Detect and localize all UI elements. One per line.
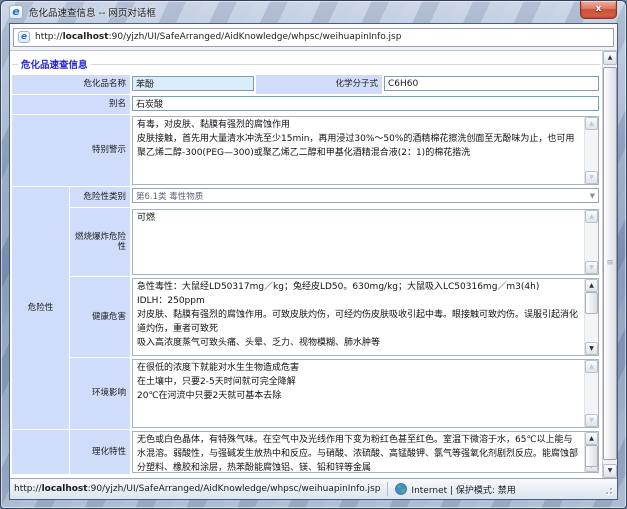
- page-favicon-icon: e: [18, 31, 30, 43]
- scroll-down-icon[interactable]: ▼: [585, 261, 598, 274]
- table-row: 别名 石炭酸: [12, 95, 600, 114]
- alias-field-cell: 石炭酸: [131, 95, 600, 114]
- name-field-cell: 苯酚: [131, 75, 255, 94]
- scroll-up-icon[interactable]: ▲: [585, 279, 598, 292]
- table-row: 燃烧爆炸危险性 可燃 ▲ ▼: [70, 208, 600, 276]
- scroll-up-icon[interactable]: ▲: [585, 432, 598, 445]
- health-label: 健康危害: [70, 277, 130, 357]
- alias-label: 别名: [12, 95, 130, 114]
- hazard-class-label: 危险性类别: [70, 187, 130, 207]
- scroll-thumb[interactable]: [585, 445, 598, 467]
- thumb-grip-icon: ≡: [606, 259, 614, 268]
- zone-text: Internet | 保护模式: 禁用: [411, 483, 515, 496]
- formula-input[interactable]: C6H60: [384, 76, 599, 91]
- page-scroll-up-icon[interactable]: ▲: [603, 51, 617, 65]
- hazard-class-field-cell: 第6.1类 毒性物质 ▼: [131, 187, 600, 207]
- close-button[interactable]: x: [580, 1, 617, 19]
- fieldset-legend: 危化品速查信息: [12, 57, 600, 71]
- table-row: 健康危害 急性毒性：大鼠经LD50317mg／kg；兔经皮LD50。630mg/…: [70, 277, 600, 357]
- form-area: 危化品速查信息 危化品名称 苯酚 化学分子式 C6H60: [10, 51, 602, 478]
- alias-input[interactable]: 石炭酸: [132, 96, 599, 111]
- environment-label: 环境影响: [70, 358, 130, 429]
- hazard-group-row: 危险性 危险性类别 第6.1类 毒性物质 ▼: [12, 187, 600, 429]
- scroll-down-icon[interactable]: ▼: [585, 414, 598, 427]
- name-label: 危化品名称: [12, 75, 130, 94]
- warning-label: 特别警示: [12, 115, 130, 186]
- info-table: 危化品名称 苯酚 化学分子式 C6H60 别名 石炭酸: [12, 75, 600, 474]
- address-bar: e http://localhost:90/yjzh/UI/SafeArrang…: [10, 24, 617, 51]
- scroll-up-icon[interactable]: ▲: [585, 210, 598, 223]
- status-separator: [387, 482, 388, 496]
- dropdown-caret-icon[interactable]: ▼: [590, 192, 595, 200]
- physchem-label: 理化特性: [70, 430, 130, 474]
- flammability-field-cell: 可燃 ▲ ▼: [131, 208, 600, 276]
- health-scrollbar[interactable]: ▲ ▼: [584, 279, 598, 355]
- page-scroll-thumb[interactable]: ≡: [603, 67, 617, 460]
- scroll-up-icon[interactable]: ▲: [585, 360, 598, 373]
- status-url: http://localhost:90/yjzh/UI/SafeArranged…: [14, 484, 380, 494]
- warning-textarea[interactable]: 有毒，对皮肤、黏膜有强烈的腐蚀作用 皮肤接触，首先用大量清水冲洗至少15min，…: [132, 116, 599, 185]
- health-textarea[interactable]: 急性毒性：大鼠经LD50317mg／kg；兔经皮LD50。630mg/kg；大鼠…: [132, 278, 599, 356]
- ie-icon: e: [9, 5, 23, 19]
- formula-label: 化学分子式: [256, 75, 382, 94]
- scroll-down-icon[interactable]: ▼: [585, 342, 598, 355]
- physchem-scrollbar[interactable]: ▲ ▼: [584, 432, 598, 472]
- window-title: 危化品速查信息 -- 网页对话框: [29, 5, 156, 19]
- scroll-down-icon[interactable]: ▼: [585, 171, 598, 184]
- environment-textarea[interactable]: 在很低的浓度下就能对水生生物造成危害 在土壤中，只要2-5天时间就可完全降解 2…: [132, 359, 599, 428]
- physchem-outer-cell: [12, 430, 69, 474]
- page-title: 危化品速查信息: [18, 57, 91, 71]
- physchem-subrows: 理化特性 无色或白色晶体，有特殊气味。在空气中及光线作用下变为粉红色甚至红色。室…: [70, 430, 600, 474]
- table-row: 危险性类别 第6.1类 毒性物质 ▼: [70, 187, 600, 207]
- page-scroll-down-icon[interactable]: ▼: [603, 464, 617, 478]
- dialog-window: e 危化品速查信息 -- 网页对话框 x e http://localhost:…: [0, 0, 627, 509]
- table-row: 理化特性 无色或白色晶体，有特殊气味。在空气中及光线作用下变为粉红色甚至红色。室…: [70, 430, 600, 474]
- environment-field-cell: 在很低的浓度下就能对水生生物造成危害 在土壤中，只要2-5天时间就可完全降解 2…: [131, 358, 600, 429]
- hazard-subrows: 危险性类别 第6.1类 毒性物质 ▼ 燃烧爆炸危险性: [70, 187, 600, 429]
- internet-globe-icon: [395, 483, 407, 495]
- url-text: http://localhost:90/yjzh/UI/SafeArranged…: [35, 32, 401, 42]
- table-row: 特别警示 有毒，对皮肤、黏膜有强烈的腐蚀作用 皮肤接触，首先用大量清水冲洗至少1…: [12, 115, 600, 186]
- page-scrollbar[interactable]: ▲ ≡ ▼: [602, 51, 617, 478]
- page-content: 危化品速查信息 危化品名称 苯酚 化学分子式 C6H60: [10, 51, 617, 478]
- title-bar[interactable]: e 危化品速查信息 -- 网页对话框: [1, 1, 626, 23]
- scroll-thumb[interactable]: [585, 292, 598, 314]
- health-field-cell: 急性毒性：大鼠经LD50317mg／kg；兔经皮LD50。630mg/kg；大鼠…: [131, 277, 600, 357]
- physchem-group-row: 理化特性 无色或白色晶体，有特殊气味。在空气中及光线作用下变为粉红色甚至红色。室…: [12, 430, 600, 474]
- table-row: 危化品名称 苯酚 化学分子式 C6H60: [12, 75, 600, 94]
- environment-scrollbar[interactable]: ▲ ▼: [584, 360, 598, 427]
- formula-field-cell: C6H60: [383, 75, 600, 94]
- table-row: 环境影响 在很低的浓度下就能对水生生物造成危害 在土壤中，只要2-5天时间就可完…: [70, 358, 600, 429]
- scroll-up-icon[interactable]: ▲: [585, 117, 598, 130]
- flammability-label: 燃烧爆炸危险性: [70, 208, 130, 276]
- warning-field-cell: 有毒，对皮肤、黏膜有强烈的腐蚀作用 皮肤接触，首先用大量清水冲洗至少15min，…: [131, 115, 600, 186]
- flammability-scrollbar[interactable]: ▲ ▼: [584, 210, 598, 274]
- warning-scrollbar[interactable]: ▲ ▼: [584, 117, 598, 184]
- hazard-class-select[interactable]: 第6.1类 毒性物质 ▼: [132, 188, 599, 203]
- physchem-textarea[interactable]: 无色或白色晶体，有特殊气味。在空气中及光线作用下变为粉红色甚至红色。室温下微溶于…: [132, 431, 599, 473]
- name-input[interactable]: 苯酚: [132, 76, 254, 91]
- address-input[interactable]: e http://localhost:90/yjzh/UI/SafeArrang…: [13, 28, 614, 47]
- flammability-textarea[interactable]: 可燃 ▲ ▼: [132, 209, 599, 275]
- client-area: e http://localhost:90/yjzh/UI/SafeArrang…: [9, 23, 618, 500]
- security-zone: Internet | 保护模式: 禁用: [395, 483, 515, 496]
- physchem-field-cell: 无色或白色晶体，有特殊气味。在空气中及光线作用下变为粉红色甚至红色。室温下微溶于…: [131, 430, 600, 474]
- resize-grip[interactable]: [601, 483, 613, 495]
- hazard-group-label: 危险性: [12, 187, 69, 429]
- status-bar: http://localhost:90/yjzh/UI/SafeArranged…: [10, 478, 617, 499]
